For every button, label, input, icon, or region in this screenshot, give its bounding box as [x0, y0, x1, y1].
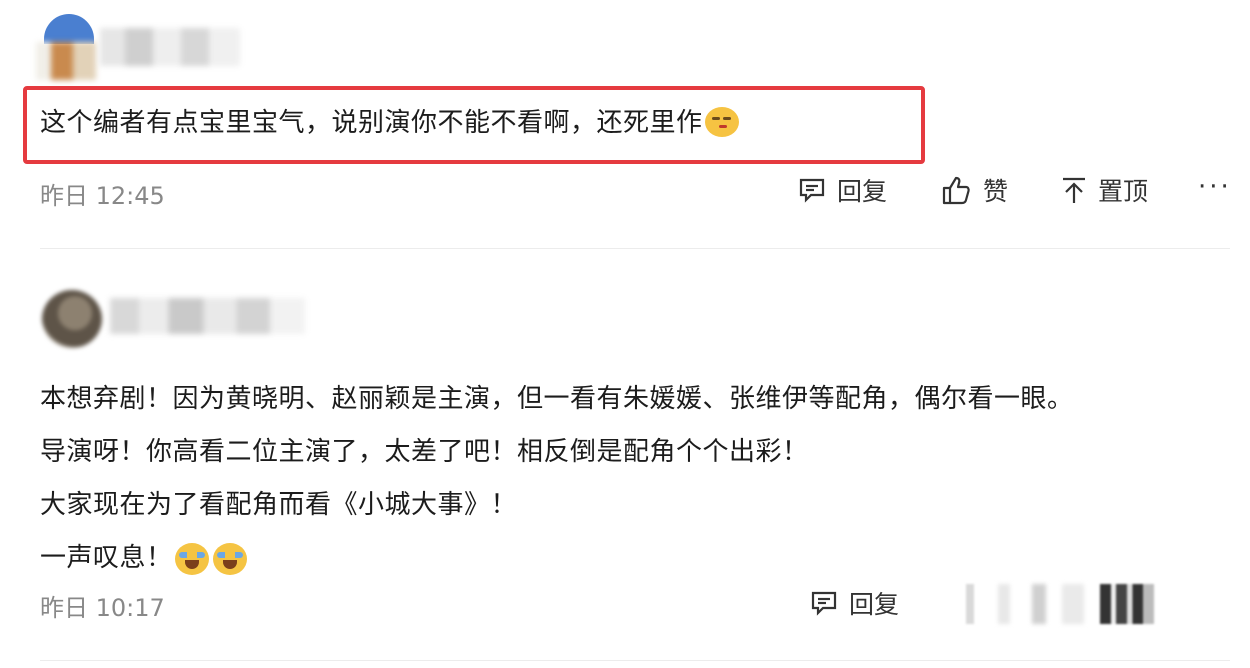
like-button[interactable]: 赞 [941, 172, 1008, 208]
like-label: 赞 [983, 177, 1009, 206]
comment-time: 昨日 12:45 [40, 182, 165, 210]
pin-top-icon [1060, 175, 1088, 205]
crying-emoji-icon [212, 542, 247, 575]
obscured-actions [962, 584, 1162, 624]
reply-label: 回复 [849, 590, 900, 619]
comment-line: 一声叹息！ [40, 543, 173, 573]
reply-button[interactable]: 回复 [809, 585, 899, 621]
smirk-emoji-icon [704, 106, 739, 137]
comment-text: 本想弃剧！因为黄晓明、赵丽颖是主演，但一看有朱媛媛、张维伊等配角，偶尔看一眼。 … [40, 373, 1074, 585]
reply-button[interactable]: 回复 [797, 172, 887, 208]
comment-icon [797, 175, 827, 205]
more-button[interactable]: ··· [1198, 172, 1232, 202]
username-blurred[interactable] [110, 298, 305, 334]
comment-body: 这个编者有点宝里宝气，说别演你不能不看啊，还死里作 [40, 108, 703, 138]
comment-line: 大家现在为了看配角而看《小城大事》！ [40, 490, 518, 520]
comment-line: 本想弃剧！因为黄晓明、赵丽颖是主演，但一看有朱媛媛、张维伊等配角，偶尔看一眼。 [40, 384, 1074, 414]
comment-line: 导演呀！你高看二位主演了，太差了吧！相反倒是配角个个出彩！ [40, 437, 809, 467]
avatar[interactable] [36, 290, 108, 348]
comment-time: 昨日 10:17 [40, 594, 165, 622]
avatar[interactable] [36, 14, 98, 80]
username-blurred[interactable] [100, 28, 240, 66]
divider [40, 248, 1230, 249]
pin-top-button[interactable]: 置顶 [1060, 172, 1148, 208]
comment-line-last: 一声叹息！ [40, 532, 1074, 585]
crying-emoji-icon [174, 542, 209, 575]
reply-label: 回复 [837, 177, 888, 206]
comment-text: 这个编者有点宝里宝气，说别演你不能不看啊，还死里作 [40, 106, 739, 139]
thumbs-up-icon [941, 174, 973, 206]
pin-top-label: 置顶 [1098, 177, 1149, 206]
comment-icon [809, 588, 839, 618]
divider [40, 660, 1230, 661]
